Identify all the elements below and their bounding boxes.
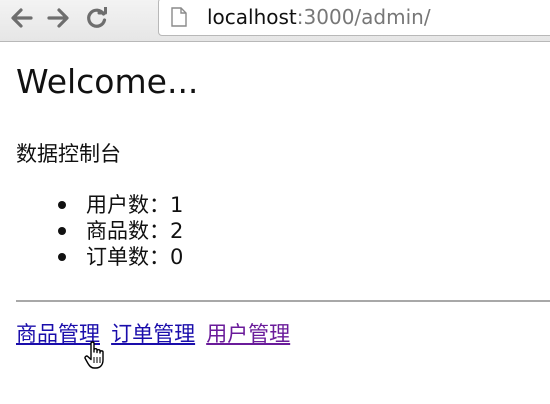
back-arrow-icon: [11, 8, 33, 28]
reload-button[interactable]: [82, 5, 112, 31]
stat-separator: ：: [149, 193, 170, 217]
divider: [16, 300, 550, 302]
forward-arrow-icon: [47, 8, 69, 28]
stat-value: 1: [170, 193, 184, 217]
stat-value: 2: [170, 219, 184, 243]
bullet-icon: [58, 201, 66, 209]
list-item: 商品数：2: [58, 218, 183, 244]
forward-button[interactable]: [44, 5, 74, 31]
url-host: localhost: [207, 5, 297, 29]
browser-toolbar: localhost:3000/admin/: [0, 0, 550, 42]
stat-value: 0: [170, 245, 184, 269]
order-management-link[interactable]: 订单管理: [111, 322, 195, 346]
stat-label: 用户数: [86, 193, 149, 217]
admin-links: 商品管理 订单管理 用户管理: [16, 318, 296, 348]
reload-icon: [87, 7, 107, 28]
list-item: 用户数：1: [58, 192, 183, 218]
hand-cursor-icon: [84, 341, 104, 369]
address-bar[interactable]: localhost:3000/admin/: [158, 0, 550, 36]
section-title: 数据控制台: [16, 142, 121, 166]
list-item: 订单数：0: [58, 244, 183, 270]
page-content: Welcome... 数据控制台 用户数：1 商品数：2 订单数：0 商品管理 …: [0, 42, 550, 404]
back-button[interactable]: [6, 5, 36, 31]
bullet-icon: [58, 227, 66, 235]
stat-label: 订单数: [86, 245, 149, 269]
page-title: Welcome...: [16, 62, 199, 101]
url-path: :3000/admin/: [296, 5, 431, 29]
user-management-link[interactable]: 用户管理: [206, 322, 290, 346]
stats-list: 用户数：1 商品数：2 订单数：0: [58, 192, 183, 270]
url-text: localhost:3000/admin/: [207, 5, 431, 29]
bullet-icon: [58, 253, 66, 261]
stat-separator: ：: [149, 219, 170, 243]
stat-label: 商品数: [86, 219, 149, 243]
stat-separator: ：: [149, 245, 170, 269]
page-icon: [171, 7, 187, 27]
